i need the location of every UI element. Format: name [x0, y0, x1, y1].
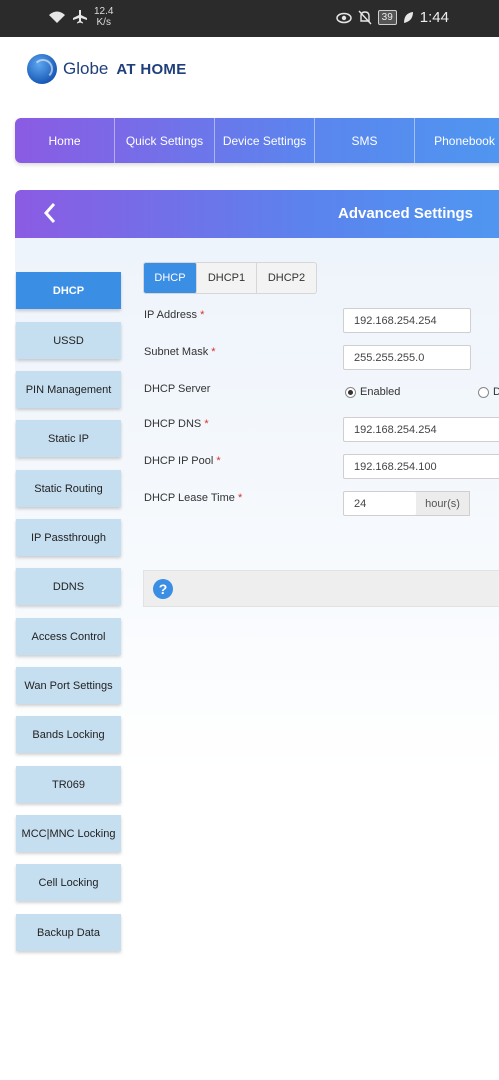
sidebar-item-wan-port-settings[interactable]: Wan Port Settings	[16, 667, 121, 704]
dhcp-lease-time-label: DHCP Lease Time *	[144, 492, 242, 504]
tab-dhcp1[interactable]: DHCP1	[197, 263, 257, 293]
status-bar: 12.4 K/s 39 1:44	[0, 0, 499, 37]
network-speed: 12.4 K/s	[94, 6, 113, 28]
sidebar-item-ip-passthrough[interactable]: IP Passthrough	[16, 519, 121, 556]
nav-item-quick-settings[interactable]: Quick Settings	[115, 118, 215, 163]
dhcp-ip-pool-label: DHCP IP Pool *	[144, 455, 221, 467]
dhcp-ip-pool-label-text: DHCP IP Pool	[144, 455, 214, 467]
sidebar-item-bands-locking[interactable]: Bands Locking	[16, 716, 121, 753]
sidebar-item-tr069[interactable]: TR069	[16, 766, 121, 803]
ip-address-label: IP Address *	[144, 309, 204, 321]
radio-checked-icon	[345, 386, 356, 398]
subnet-mask-label-text: Subnet Mask	[144, 346, 209, 358]
subnet-mask-input[interactable]: 255.255.255.0	[343, 345, 471, 370]
required-marker: *	[237, 492, 243, 504]
advanced-settings-header: Advanced Settings	[15, 190, 499, 238]
sidebar-item-access-control[interactable]: Access Control	[16, 618, 121, 655]
battery-icon: 39	[377, 10, 397, 25]
nav-item-device-settings[interactable]: Device Settings	[215, 118, 315, 163]
brand-logo[interactable]: Globe AT HOME	[27, 54, 187, 84]
dhcp-tabs: DHCP DHCP1 DHCP2	[143, 262, 317, 294]
help-icon[interactable]: ?	[153, 579, 173, 599]
sidebar-item-dhcp[interactable]: DHCP	[16, 272, 121, 309]
disabled-label: D	[493, 386, 499, 398]
enabled-label: Enabled	[360, 386, 401, 398]
status-left: 12.4 K/s	[48, 6, 113, 28]
bell-off-icon	[358, 10, 372, 25]
dhcp-ip-pool-input[interactable]: 192.168.254.100	[343, 454, 499, 479]
dhcp-server-label: DHCP Server	[144, 383, 211, 395]
wifi-icon	[49, 11, 65, 23]
speed-value: 12.4	[94, 6, 114, 17]
required-marker: *	[216, 455, 221, 467]
nav-item-sms[interactable]: SMS	[315, 118, 415, 163]
speed-unit: K/s	[96, 17, 111, 28]
chevron-left-icon[interactable]	[43, 202, 57, 230]
ip-address-label-text: IP Address	[144, 309, 197, 321]
airplane-icon	[73, 10, 87, 24]
lease-time-unit: hour(s)	[416, 491, 470, 516]
sidebar-item-backup-data[interactable]: Backup Data	[16, 914, 121, 951]
tab-dhcp[interactable]: DHCP	[144, 263, 197, 293]
sidebar-item-ddns[interactable]: DDNS	[16, 568, 121, 605]
sidebar-item-pin-management[interactable]: PIN Management	[16, 371, 121, 408]
help-bar: ?	[143, 570, 499, 607]
logo-brand-text: Globe	[63, 59, 109, 78]
clock: 1:44	[419, 9, 449, 26]
dhcp-dns-label-text: DHCP DNS	[144, 418, 202, 430]
nav-item-phonebook[interactable]: Phonebook	[415, 118, 499, 163]
logo-suffix-text: AT HOME	[116, 60, 187, 78]
dhcp-lease-time-input[interactable]: 24	[343, 491, 417, 516]
required-marker: *	[211, 346, 216, 358]
status-right: 39 1:44	[335, 9, 449, 26]
top-nav: Home Quick Settings Device Settings SMS …	[15, 118, 499, 163]
radio-unchecked-icon	[478, 386, 489, 398]
dhcp-lease-time-label-text: DHCP Lease Time	[144, 492, 235, 504]
sidebar-item-static-ip[interactable]: Static IP	[16, 420, 121, 457]
dhcp-dns-label: DHCP DNS *	[144, 418, 209, 430]
globe-icon	[27, 54, 57, 84]
eye-icon	[335, 12, 352, 23]
required-marker: *	[204, 418, 209, 430]
sidebar-item-static-routing[interactable]: Static Routing	[16, 470, 121, 507]
required-marker: *	[200, 309, 205, 321]
leaf-icon	[403, 12, 413, 23]
dhcp-dns-input[interactable]: 192.168.254.254	[343, 417, 499, 442]
sidebar-item-mcc-mnc-locking[interactable]: MCC|MNC Locking	[16, 815, 121, 852]
sidebar-item-ussd[interactable]: USSD	[16, 322, 121, 359]
sidebar-item-cell-locking[interactable]: Cell Locking	[16, 864, 121, 901]
nav-item-home[interactable]: Home	[15, 118, 115, 163]
tab-dhcp2[interactable]: DHCP2	[257, 263, 316, 293]
dhcp-server-enabled-radio[interactable]: Enabled	[345, 386, 400, 398]
dhcp-server-disabled-radio[interactable]: D	[478, 386, 499, 398]
page-title: Advanced Settings	[338, 205, 474, 222]
subnet-mask-label: Subnet Mask *	[144, 346, 216, 358]
ip-address-input[interactable]: 192.168.254.254	[343, 308, 471, 333]
